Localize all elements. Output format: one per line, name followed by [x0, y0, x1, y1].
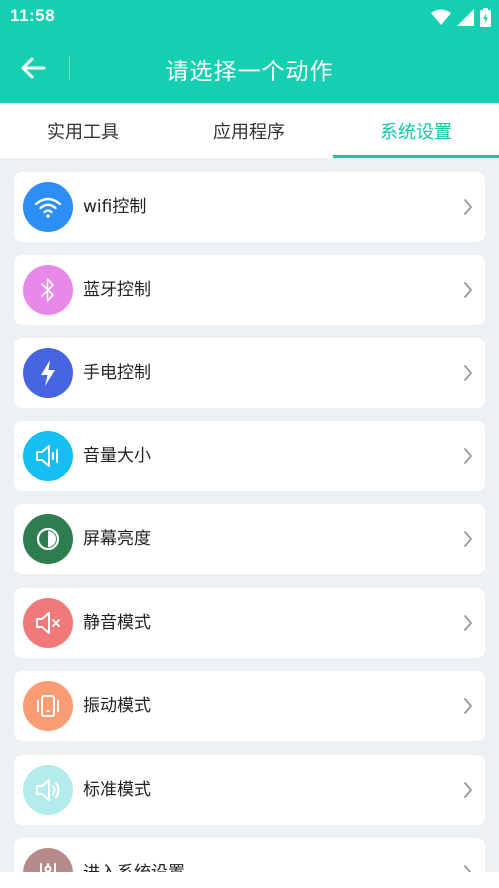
- tab-applications[interactable]: 应用程序: [166, 103, 332, 158]
- list-item-system-settings[interactable]: 进入系统设置: [14, 838, 485, 872]
- list-item-standard-mode[interactable]: 标准模式: [14, 755, 485, 825]
- battery-icon: [480, 7, 491, 27]
- list-item-brightness[interactable]: 屏幕亮度: [14, 504, 485, 574]
- vibrate-icon: [23, 681, 73, 731]
- list-item-label: 进入系统设置: [83, 861, 185, 872]
- brightness-icon: [23, 514, 73, 564]
- list-item-label: 手电控制: [83, 363, 151, 383]
- chevron-right-icon: [464, 282, 472, 298]
- list-item-flashlight[interactable]: 手电控制: [14, 338, 485, 408]
- page-title: 请选择一个动作: [165, 59, 334, 85]
- chevron-right-icon: [464, 199, 472, 215]
- volume-icon: [23, 431, 73, 481]
- bottom-bar: [0, 872, 499, 888]
- tab-label: 系统设置: [380, 121, 452, 143]
- list-item-label: 标准模式: [83, 780, 151, 800]
- wifi-icon: [23, 182, 73, 232]
- status-time: 11:58: [10, 6, 56, 25]
- bluetooth-icon: [23, 265, 73, 315]
- list-item-label: 屏幕亮度: [83, 529, 151, 549]
- list-item-wifi[interactable]: wifi控制: [14, 172, 485, 242]
- cell-signal-icon: [457, 8, 474, 26]
- list-item-volume[interactable]: 音量大小: [14, 421, 485, 491]
- chevron-right-icon: [464, 698, 472, 714]
- flash-icon: [23, 348, 73, 398]
- list-item-label: 振动模式: [83, 696, 151, 716]
- tab-system-settings[interactable]: 系统设置: [333, 103, 499, 158]
- app-bar: 请选择一个动作: [0, 34, 499, 103]
- mute-icon: [23, 598, 73, 648]
- settings-sliders-icon: [23, 848, 73, 872]
- list-item-bluetooth[interactable]: 蓝牙控制: [14, 255, 485, 325]
- tab-bar: 实用工具 应用程序 系统设置: [0, 103, 499, 158]
- list-item-label: 音量大小: [83, 446, 151, 466]
- list-item-label: wifi控制: [83, 197, 147, 217]
- list-item-vibrate[interactable]: 振动模式: [14, 671, 485, 741]
- status-icons: [431, 6, 491, 28]
- action-list: wifi控制 蓝牙控制 手电控制 音量大小 屏幕亮度 静音模式 振动模式 标准模…: [0, 158, 499, 872]
- tab-label: 应用程序: [213, 121, 285, 143]
- tab-utilities[interactable]: 实用工具: [0, 103, 166, 158]
- list-item-label: 静音模式: [83, 613, 151, 633]
- list-item-mute[interactable]: 静音模式: [14, 588, 485, 658]
- chevron-right-icon: [464, 615, 472, 631]
- tab-label: 实用工具: [47, 121, 119, 143]
- wifi-signal-icon: [431, 9, 451, 25]
- chevron-right-icon: [464, 782, 472, 798]
- sound-icon: [23, 765, 73, 815]
- list-item-label: 蓝牙控制: [83, 280, 151, 300]
- chevron-right-icon: [464, 365, 472, 381]
- chevron-right-icon: [464, 448, 472, 464]
- chevron-right-icon: [464, 865, 472, 872]
- status-bar: 11:58: [0, 0, 499, 34]
- chevron-right-icon: [464, 531, 472, 547]
